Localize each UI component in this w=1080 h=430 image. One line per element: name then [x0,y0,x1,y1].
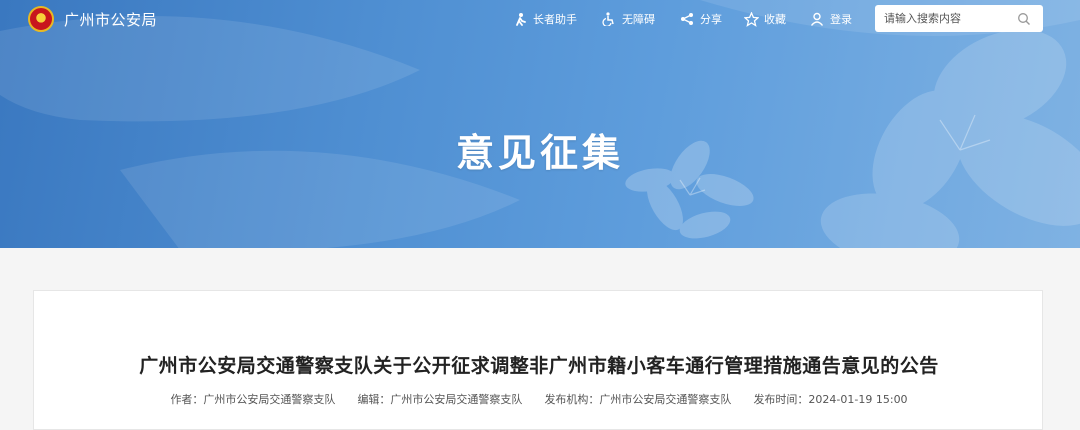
meta-publisher: 发布机构：广州市公安局交通警察支队 [544,393,732,406]
banner-title: 意见征集 [455,131,624,175]
wheelchair-icon [601,11,617,27]
user-icon [809,11,825,27]
search-icon[interactable] [1017,11,1033,27]
banner: 广州市公安局 长者助手 无障碍 分享 收藏 登录 请输入搜索内容 意见征集 [0,0,1080,248]
elder-icon [512,11,528,27]
police-emblem-icon [28,6,54,32]
article-meta: 作者：广州市公安局交通警察支队 编辑：广州市公安局交通警察支队 发布机构：广州市… [34,391,1044,407]
elder-assistant-link[interactable]: 长者助手 [512,10,577,28]
search-input[interactable] [875,12,1013,25]
search-box [875,5,1043,32]
site-name: 广州市公安局 [64,10,158,29]
login-link[interactable]: 登录 [809,10,852,28]
share-label: 分享 [700,13,722,26]
favorite-label: 收藏 [764,13,786,26]
article-card: 广州市公安局交通警察支队关于公开征求调整非广州市籍小客车通行管理措施通告意见的公… [33,290,1043,430]
accessibility-label: 无障碍 [622,13,655,26]
favorite-link[interactable]: 收藏 [743,10,786,28]
elder-assistant-label: 长者助手 [533,13,577,26]
meta-published-time: 发布时间：2024-01-19 15:00 [753,393,908,406]
site-brand[interactable]: 广州市公安局 [28,5,157,33]
accessibility-link[interactable]: 无障碍 [601,10,655,28]
share-icon [679,11,695,27]
login-label: 登录 [830,13,852,26]
meta-author: 作者：广州市公安局交通警察支队 [170,393,336,406]
meta-editor: 编辑：广州市公安局交通警察支队 [357,393,523,406]
article-title: 广州市公安局交通警察支队关于公开征求调整非广州市籍小客车通行管理措施通告意见的公… [139,355,939,377]
star-icon [743,11,759,27]
share-link[interactable]: 分享 [679,10,722,28]
